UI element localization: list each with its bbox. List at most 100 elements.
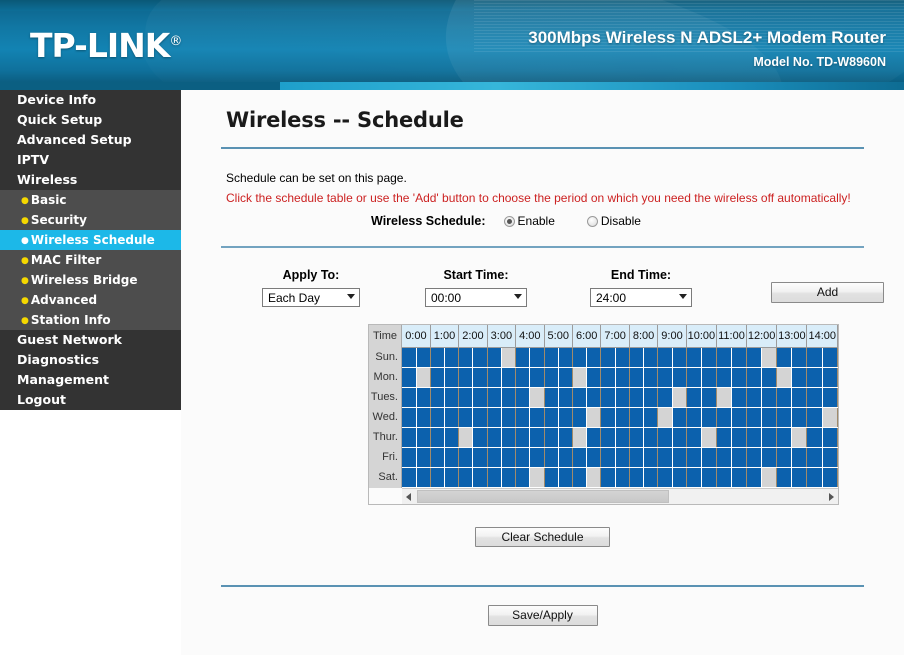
schedule-cell[interactable] xyxy=(761,447,778,468)
schedule-cell[interactable] xyxy=(776,407,793,428)
schedule-cell[interactable] xyxy=(822,387,838,408)
schedule-cell[interactable] xyxy=(746,367,763,388)
schedule-cell[interactable] xyxy=(501,387,517,408)
schedule-cell[interactable] xyxy=(701,447,717,468)
schedule-cell[interactable] xyxy=(458,447,474,468)
schedule-cell[interactable] xyxy=(731,387,747,408)
schedule-cell[interactable] xyxy=(430,407,446,428)
schedule-cell[interactable] xyxy=(806,387,823,408)
schedule-cell[interactable] xyxy=(586,407,602,428)
schedule-cell[interactable] xyxy=(416,407,431,428)
schedule-cell[interactable] xyxy=(402,407,417,428)
schedule-cell[interactable] xyxy=(529,407,545,428)
schedule-cell[interactable] xyxy=(416,427,431,448)
schedule-cell[interactable] xyxy=(487,427,502,448)
schedule-cell[interactable] xyxy=(544,347,559,368)
schedule-cell[interactable] xyxy=(643,407,659,428)
schedule-cell[interactable] xyxy=(716,367,732,388)
sidebar-item-advanced[interactable]: ● Advanced xyxy=(0,290,181,310)
schedule-cell[interactable] xyxy=(643,387,659,408)
schedule-cell[interactable] xyxy=(472,427,488,448)
schedule-cell[interactable] xyxy=(657,367,673,388)
schedule-cell[interactable] xyxy=(776,347,793,368)
schedule-cell[interactable] xyxy=(501,407,517,428)
schedule-cell[interactable] xyxy=(487,407,502,428)
clear-schedule-button[interactable]: Clear Schedule xyxy=(475,526,610,547)
schedule-cell[interactable] xyxy=(472,367,488,388)
schedule-cell[interactable] xyxy=(643,427,659,448)
schedule-cell[interactable] xyxy=(672,407,687,428)
schedule-cell[interactable] xyxy=(430,387,446,408)
schedule-cell[interactable] xyxy=(402,447,417,468)
schedule-cell[interactable] xyxy=(731,467,747,488)
schedule-cell[interactable] xyxy=(806,447,823,468)
schedule-cell[interactable] xyxy=(629,427,645,448)
schedule-cell[interactable] xyxy=(806,347,823,368)
schedule-cell[interactable] xyxy=(600,387,616,408)
schedule-cell[interactable] xyxy=(600,447,616,468)
sidebar-item-management[interactable]: Management xyxy=(0,370,181,390)
schedule-cell[interactable] xyxy=(629,367,645,388)
schedule-cell[interactable] xyxy=(686,407,702,428)
schedule-cell[interactable] xyxy=(444,447,460,468)
schedule-cell[interactable] xyxy=(487,467,502,488)
schedule-cell[interactable] xyxy=(716,447,732,468)
schedule-cell[interactable] xyxy=(615,367,630,388)
schedule-cell[interactable] xyxy=(806,407,823,428)
schedule-cell[interactable] xyxy=(746,347,763,368)
schedule-cell[interactable] xyxy=(544,407,559,428)
sidebar-item-quick-setup[interactable]: Quick Setup xyxy=(0,110,181,130)
schedule-cell[interactable] xyxy=(657,467,673,488)
schedule-cell[interactable] xyxy=(472,447,488,468)
schedule-cell[interactable] xyxy=(402,367,417,388)
schedule-cell[interactable] xyxy=(776,447,793,468)
schedule-cell[interactable] xyxy=(586,347,602,368)
schedule-cell[interactable] xyxy=(629,467,645,488)
schedule-cell[interactable] xyxy=(515,467,531,488)
sidebar-item-guest-network[interactable]: Guest Network xyxy=(0,330,181,350)
schedule-cell[interactable] xyxy=(791,347,808,368)
schedule-cell[interactable] xyxy=(776,367,793,388)
schedule-cell[interactable] xyxy=(746,387,763,408)
schedule-cell[interactable] xyxy=(430,447,446,468)
schedule-cell[interactable] xyxy=(544,427,559,448)
schedule-cell[interactable] xyxy=(558,467,573,488)
add-button[interactable]: Add xyxy=(771,282,884,303)
schedule-cell[interactable] xyxy=(458,347,474,368)
schedule-cell[interactable] xyxy=(586,387,602,408)
schedule-cell[interactable] xyxy=(501,367,517,388)
schedule-cell[interactable] xyxy=(657,447,673,468)
schedule-cell[interactable] xyxy=(444,407,460,428)
schedule-cell[interactable] xyxy=(672,447,687,468)
schedule-cell[interactable] xyxy=(776,387,793,408)
sidebar-item-station-info[interactable]: ● Station Info xyxy=(0,310,181,330)
schedule-cell[interactable] xyxy=(472,467,488,488)
schedule-cell[interactable] xyxy=(657,347,673,368)
schedule-cell[interactable] xyxy=(672,347,687,368)
schedule-cell[interactable] xyxy=(643,367,659,388)
schedule-cell[interactable] xyxy=(444,347,460,368)
apply-to-select[interactable]: Each Day xyxy=(262,288,360,307)
schedule-cell[interactable] xyxy=(716,467,732,488)
schedule-cell[interactable] xyxy=(746,407,763,428)
schedule-cell[interactable] xyxy=(822,347,838,368)
schedule-cell[interactable] xyxy=(472,407,488,428)
schedule-cell[interactable] xyxy=(529,347,545,368)
schedule-cell[interactable] xyxy=(416,367,431,388)
sidebar-item-wireless[interactable]: Wireless xyxy=(0,170,181,190)
schedule-cell[interactable] xyxy=(572,447,588,468)
schedule-cell[interactable] xyxy=(458,407,474,428)
schedule-cell[interactable] xyxy=(515,407,531,428)
schedule-cell[interactable] xyxy=(791,367,808,388)
schedule-cell[interactable] xyxy=(402,467,417,488)
schedule-cell[interactable] xyxy=(444,467,460,488)
schedule-cell[interactable] xyxy=(701,467,717,488)
schedule-cell[interactable] xyxy=(600,467,616,488)
schedule-cell[interactable] xyxy=(472,387,488,408)
radio-disable-icon[interactable] xyxy=(586,215,598,227)
schedule-cell[interactable] xyxy=(629,347,645,368)
schedule-cell[interactable] xyxy=(761,367,778,388)
schedule-cell[interactable] xyxy=(806,427,823,448)
schedule-cell[interactable] xyxy=(416,447,431,468)
sidebar-item-security[interactable]: ● Security xyxy=(0,210,181,230)
